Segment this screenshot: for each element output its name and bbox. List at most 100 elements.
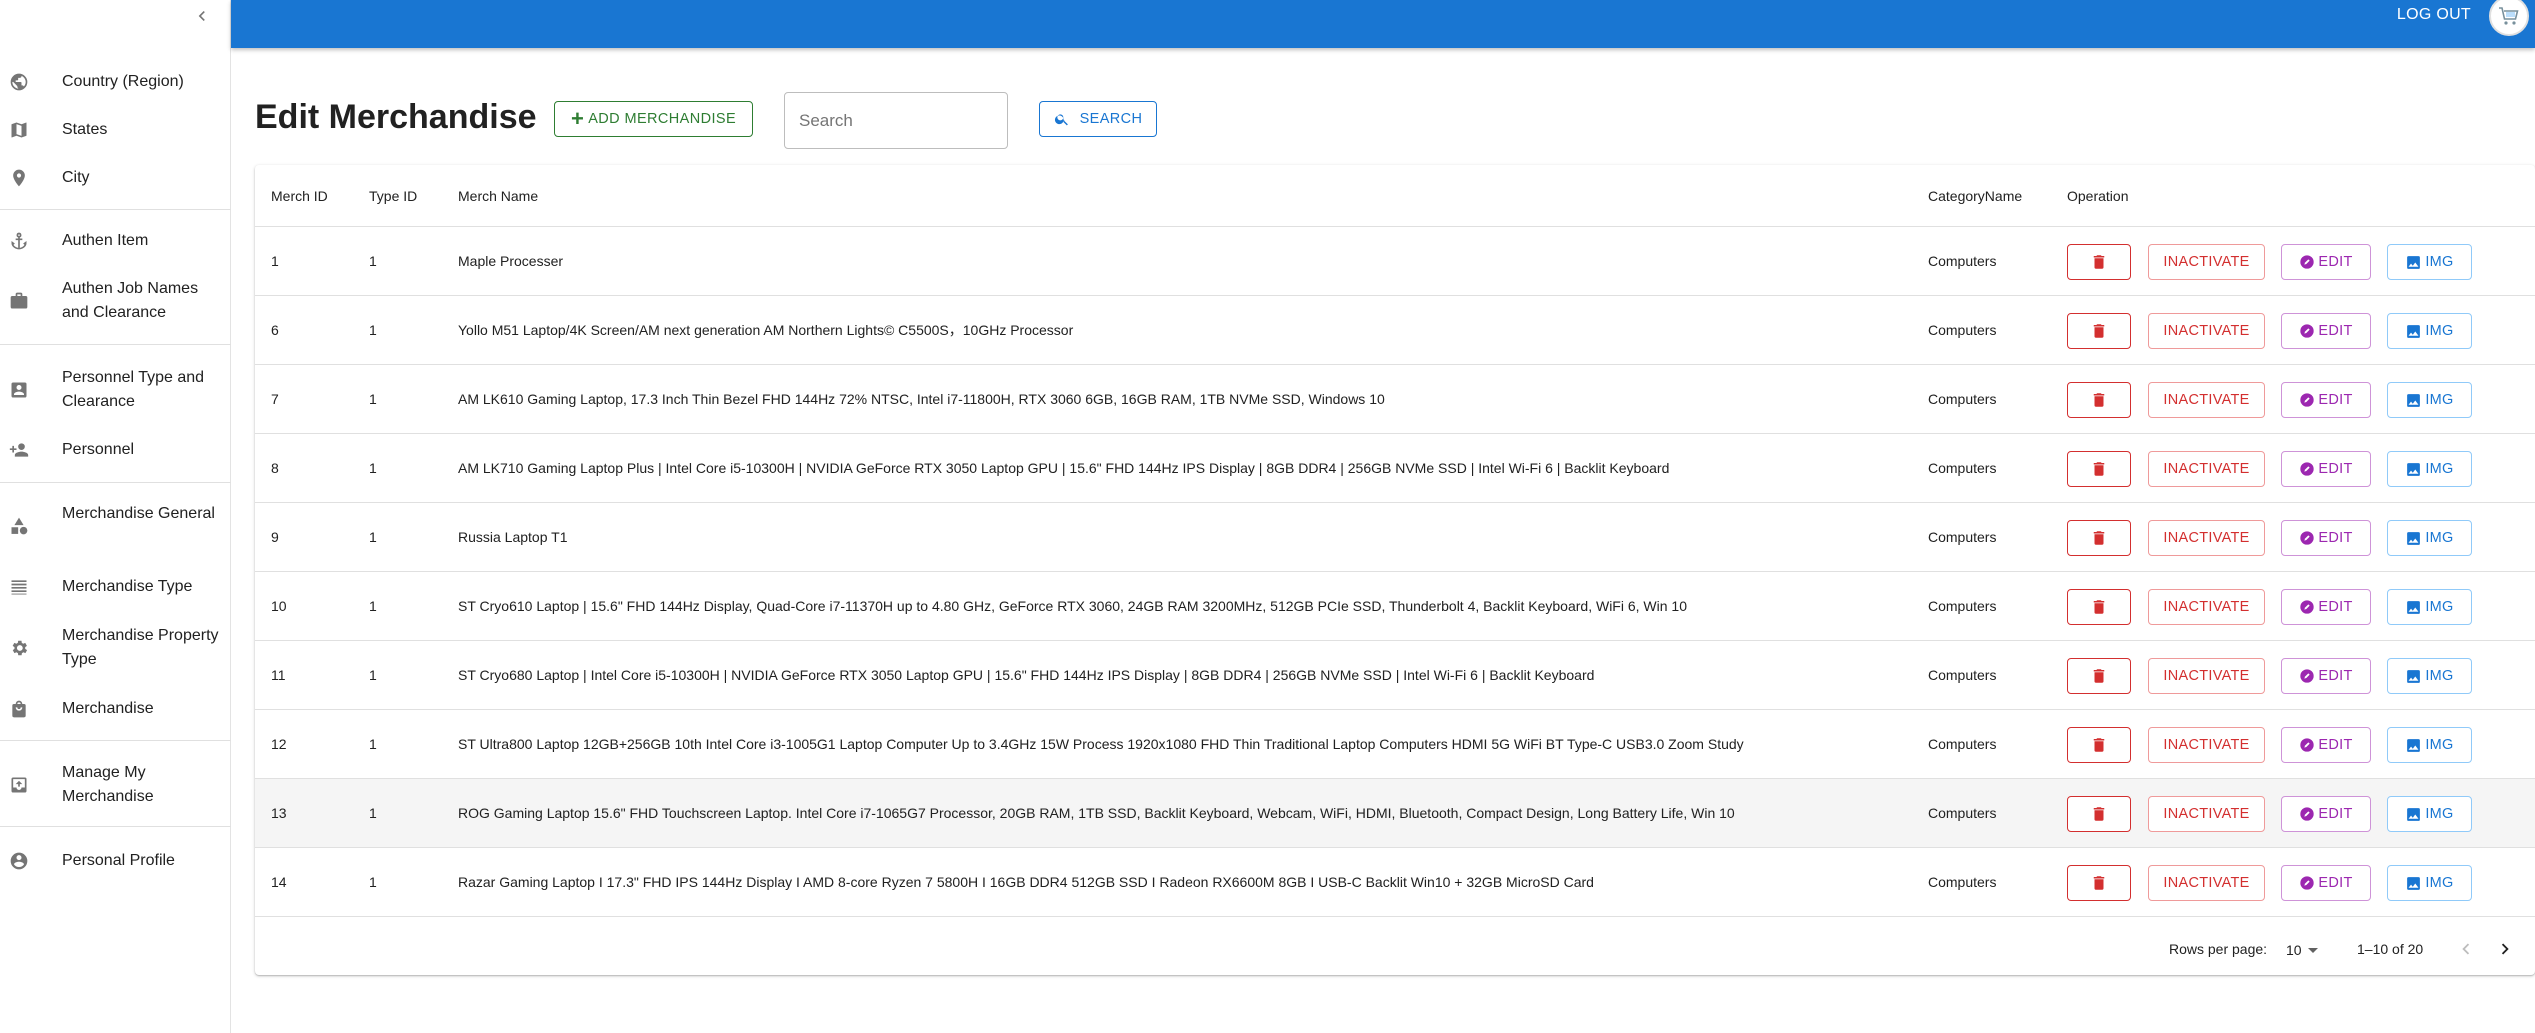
inactivate-button[interactable]: INACTIVATE: [2148, 865, 2265, 901]
image-button[interactable]: IMG: [2387, 313, 2472, 349]
sidebar-item-city[interactable]: City: [0, 163, 231, 193]
merch-name-cell: Maple Processer: [458, 253, 564, 269]
sidebar-item-states[interactable]: States: [0, 115, 231, 145]
rows-per-page-select[interactable]: 10: [2286, 936, 2318, 964]
image-button[interactable]: IMG: [2387, 589, 2472, 625]
table-row[interactable]: 11 1 ST Cryo680 Laptop | Intel Core i5-103…: [255, 641, 2535, 710]
inactivate-button[interactable]: INACTIVATE: [2148, 796, 2265, 832]
sidebar-item-authen-item[interactable]: Authen Item: [0, 226, 231, 256]
edit-button[interactable]: EDIT: [2281, 658, 2371, 694]
sidebar-item-merchandise-type[interactable]: Merchandise Type: [0, 572, 231, 602]
edit-circle-icon: [2300, 462, 2315, 476]
trash-icon: [2093, 738, 2105, 752]
image-icon: [2407, 462, 2421, 476]
sidebar-item-merchandise[interactable]: Merchandise: [0, 694, 231, 724]
edit-button[interactable]: EDIT: [2281, 589, 2371, 625]
edit-button[interactable]: EDIT: [2281, 865, 2371, 901]
edit-button[interactable]: EDIT: [2281, 244, 2371, 280]
sidebar-item-personnel-type[interactable]: Personnel Type and Clearance: [0, 364, 231, 416]
sidebar-divider: [0, 740, 231, 741]
inactivate-button[interactable]: INACTIVATE: [2148, 589, 2265, 625]
edit-button[interactable]: EDIT: [2281, 382, 2371, 418]
table-header: Merch ID Type ID Merch Name CategoryName…: [255, 165, 2535, 227]
table-row[interactable]: 6 1 Yollo M51 Laptop/4K Screen/AM next gen…: [255, 296, 2535, 365]
search-input[interactable]: [784, 92, 1008, 149]
trash-icon: [2093, 600, 2105, 614]
next-page-button[interactable]: [2490, 934, 2520, 964]
table-row[interactable]: 9 1 Russia Laptop T1 Computers INACTIVATE EDI…: [255, 503, 2535, 572]
page-range: 1–10 of 20: [2357, 941, 2424, 957]
sidebar-item-manage-my-merchandise[interactable]: Manage My Merchandise: [0, 759, 231, 811]
merch-id-cell: 8: [271, 460, 279, 476]
sidebar-item-personnel[interactable]: Personnel: [0, 435, 231, 465]
inactivate-button[interactable]: INACTIVATE: [2148, 313, 2265, 349]
delete-button[interactable]: [2067, 451, 2131, 487]
table-row[interactable]: 7 1 AM LK610 Gaming Laptop, 17.3 Inch Thin…: [255, 365, 2535, 434]
sidebar-item-merchandise-general[interactable]: Merchandise General: [0, 500, 231, 552]
image-button[interactable]: IMG: [2387, 382, 2472, 418]
table-row[interactable]: 8 1 AM LK710 Gaming Laptop Plus | Intel Co…: [255, 434, 2535, 503]
image-button[interactable]: IMG: [2387, 865, 2472, 901]
edit-button[interactable]: EDIT: [2281, 796, 2371, 832]
inactivate-button[interactable]: INACTIVATE: [2148, 451, 2265, 487]
delete-button[interactable]: [2067, 589, 2131, 625]
edit-button[interactable]: EDIT: [2281, 727, 2371, 763]
delete-button[interactable]: [2067, 658, 2131, 694]
search-button[interactable]: SEARCH: [1039, 101, 1157, 137]
collapse-sidebar-button[interactable]: [190, 2, 214, 30]
inactivate-label: INACTIVATE: [2163, 875, 2250, 891]
image-button[interactable]: IMG: [2387, 451, 2472, 487]
sidebar-item-merchandise-property-type[interactable]: Merchandise Property Type: [0, 622, 231, 674]
edit-button[interactable]: EDIT: [2281, 313, 2371, 349]
image-button[interactable]: IMG: [2387, 727, 2472, 763]
delete-button[interactable]: [2067, 727, 2131, 763]
type-id-cell: 1: [369, 736, 377, 752]
edit-circle-icon: [2300, 324, 2315, 338]
logout-button[interactable]: LOG OUT: [2397, 3, 2471, 27]
image-button[interactable]: IMG: [2387, 796, 2472, 832]
delete-button[interactable]: [2067, 313, 2131, 349]
image-button[interactable]: IMG: [2387, 520, 2472, 556]
sidebar-item-personal-profile[interactable]: Personal Profile: [0, 846, 231, 876]
column-header-merch-name: Merch Name: [458, 188, 539, 204]
image-icon: [2407, 669, 2421, 683]
edit-button[interactable]: EDIT: [2281, 520, 2371, 556]
sidebar-divider: [0, 826, 231, 827]
delete-button[interactable]: [2067, 382, 2131, 418]
sidebar: Country (Region) States City Authen Item…: [0, 0, 231, 1033]
img-label: IMG: [2425, 668, 2454, 684]
inactivate-button[interactable]: INACTIVATE: [2148, 727, 2265, 763]
inactivate-button[interactable]: INACTIVATE: [2148, 382, 2265, 418]
delete-button[interactable]: [2067, 865, 2131, 901]
delete-button[interactable]: [2067, 796, 2131, 832]
previous-page-button[interactable]: [2451, 934, 2481, 964]
merch-name-cell: ROG Gaming Laptop 15.6" FHD Touchscreen …: [458, 805, 1735, 821]
table-row[interactable]: 10 1 ST Cryo610 Laptop | 15.6" FHD 144Hz D…: [255, 572, 2535, 641]
trash-icon: [2093, 324, 2105, 338]
trash-icon: [2093, 462, 2105, 476]
chevron-left-icon: [198, 11, 205, 21]
sidebar-item-label: Country (Region): [62, 73, 184, 90]
avatar[interactable]: [2489, 0, 2529, 36]
chevron-left-icon: [2462, 943, 2470, 955]
sidebar-item-country[interactable]: Country (Region): [0, 67, 231, 97]
edit-label: EDIT: [2318, 599, 2353, 615]
inactivate-button[interactable]: INACTIVATE: [2148, 658, 2265, 694]
inactivate-button[interactable]: INACTIVATE: [2148, 244, 2265, 280]
table-row[interactable]: 14 1 Razar Gaming Laptop I 17.3" FHD IPS 1…: [255, 848, 2535, 917]
table-row[interactable]: 12 1 ST Ultra800 Laptop 12GB+256GB 10th In…: [255, 710, 2535, 779]
inactivate-button[interactable]: INACTIVATE: [2148, 520, 2265, 556]
app-root: Country (Region) States City Authen Item…: [0, 0, 2535, 1033]
image-button[interactable]: IMG: [2387, 244, 2472, 280]
add-merchandise-button[interactable]: + ADD MERCHANDISE: [554, 101, 753, 137]
sidebar-item-authen-job-names[interactable]: Authen Job Names and Clearance: [0, 275, 231, 327]
inactivate-label: INACTIVATE: [2163, 806, 2250, 822]
table-row[interactable]: 1 1 Maple Processer Computers INACTIVATE EDIT…: [255, 227, 2535, 296]
img-label: IMG: [2425, 323, 2454, 339]
merchandise-table: Merch ID Type ID Merch Name CategoryName…: [255, 165, 2535, 975]
image-button[interactable]: IMG: [2387, 658, 2472, 694]
delete-button[interactable]: [2067, 520, 2131, 556]
edit-button[interactable]: EDIT: [2281, 451, 2371, 487]
delete-button[interactable]: [2067, 244, 2131, 280]
table-row[interactable]: 13 1 ROG Gaming Laptop 15.6" FHD Touchscre…: [255, 779, 2535, 848]
